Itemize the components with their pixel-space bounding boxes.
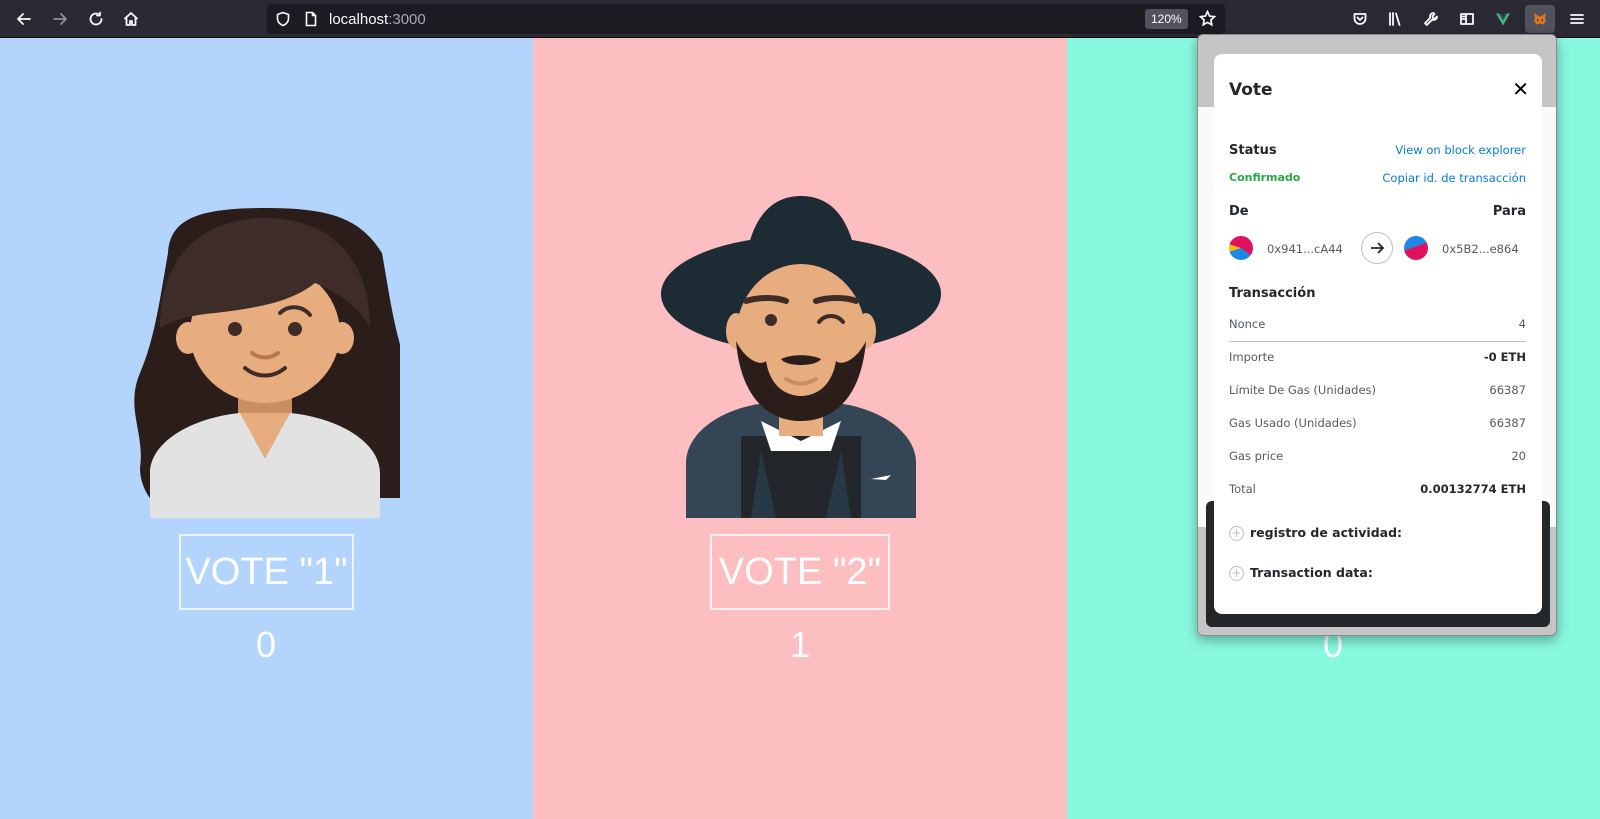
url-port: :3000 (388, 11, 426, 28)
reload-icon[interactable] (82, 6, 110, 32)
vote-count-2: 1 (789, 624, 811, 665)
view-on-block-explorer-link[interactable]: View on block explorer (1395, 143, 1526, 157)
row-value: -0 ETH (1483, 350, 1526, 364)
vote-2-button[interactable]: VOTE "2" (710, 534, 890, 610)
menu-icon[interactable] (1563, 6, 1591, 32)
metamask-fox-icon[interactable] (1525, 5, 1555, 33)
forward-arrow-icon[interactable] (46, 6, 74, 32)
tx-row-total: Total 0.00132774 ETH (1229, 482, 1526, 502)
status-heading: Status (1229, 143, 1277, 158)
transaction-data-label: Transaction data: (1250, 565, 1373, 580)
bookmark-star-icon[interactable] (1198, 9, 1217, 32)
tx-row-gas-limit: Límite De Gas (Unidades) 66387 (1229, 383, 1526, 403)
to-address-identicon (1404, 236, 1428, 260)
url-text[interactable]: localhost:3000 (329, 11, 426, 28)
back-arrow-icon[interactable] (10, 6, 38, 32)
transaction-details-modal: Vote ✕ Status View on block explorer Con… (1214, 54, 1542, 614)
url-bar[interactable]: localhost:3000 120% (267, 4, 1225, 34)
row-value: 20 (1511, 449, 1526, 463)
url-host: localhost (329, 11, 389, 28)
row-label: Total (1229, 482, 1256, 496)
tx-row-nonce: Nonce 4 (1229, 317, 1526, 337)
tx-row-gas-used: Gas Usado (Unidades) 66387 (1229, 416, 1526, 436)
tx-row-gas-price: Gas price 20 (1229, 449, 1526, 469)
status-badge: Confirmado (1229, 171, 1301, 184)
modal-title: Vote (1229, 80, 1273, 100)
row-label: Límite De Gas (Unidades) (1229, 383, 1377, 397)
library-icon[interactable] (1381, 6, 1409, 32)
metamask-popup: Vote ✕ Status View on block explorer Con… (1197, 34, 1557, 636)
transaction-heading: Transacción (1229, 286, 1316, 301)
row-value: 66387 (1489, 416, 1526, 430)
vote-1-button[interactable]: VOTE "1" (179, 534, 354, 610)
activity-log-label: registro de actividad: (1250, 525, 1403, 540)
sidebar-icon[interactable] (1453, 6, 1481, 32)
woman-avatar-icon (134, 208, 400, 518)
plus-circle-icon[interactable]: + (1229, 566, 1244, 581)
shield-icon[interactable] (275, 11, 291, 32)
from-address-identicon (1229, 236, 1253, 260)
row-value: 0.00132774 ETH (1420, 482, 1526, 496)
man-with-hat-avatar-icon (661, 196, 941, 518)
row-value: 66387 (1489, 383, 1526, 397)
row-label: Importe (1229, 350, 1275, 364)
from-address[interactable]: 0x941...cA44 (1267, 242, 1343, 256)
copy-transaction-id-link[interactable]: Copiar id. de transacción (1382, 171, 1526, 185)
zoom-badge[interactable]: 120% (1145, 9, 1188, 29)
candidate-panel-2: VOTE "2" 1 (533, 38, 1067, 819)
close-icon[interactable]: ✕ (1512, 79, 1529, 99)
vue-devtools-icon[interactable] (1489, 6, 1517, 32)
vote-count-1: 0 (255, 624, 277, 665)
row-label: Gas Usado (Unidades) (1229, 416, 1357, 430)
home-icon[interactable] (117, 6, 145, 32)
tx-row-amount: Importe -0 ETH (1229, 350, 1526, 370)
from-label: De (1229, 204, 1249, 219)
wrench-icon[interactable] (1417, 6, 1445, 32)
transaction-data-expander[interactable]: + Transaction data: (1229, 565, 1373, 581)
divider (1229, 341, 1526, 342)
to-label: Para (1492, 204, 1526, 219)
row-value: 4 (1518, 317, 1526, 331)
candidate-panel-1: VOTE "1" 0 (0, 38, 533, 819)
row-label: Gas price (1229, 449, 1284, 463)
page-icon (303, 11, 319, 32)
to-address[interactable]: 0x5B2...e864 (1442, 242, 1519, 256)
row-label: Nonce (1229, 317, 1266, 331)
browser-toolbar: localhost:3000 120% (0, 0, 1600, 38)
arrow-right-icon (1361, 232, 1393, 264)
pocket-icon[interactable] (1346, 6, 1374, 32)
plus-circle-icon[interactable]: + (1229, 526, 1244, 541)
activity-log-expander[interactable]: + registro de actividad: (1229, 525, 1402, 541)
